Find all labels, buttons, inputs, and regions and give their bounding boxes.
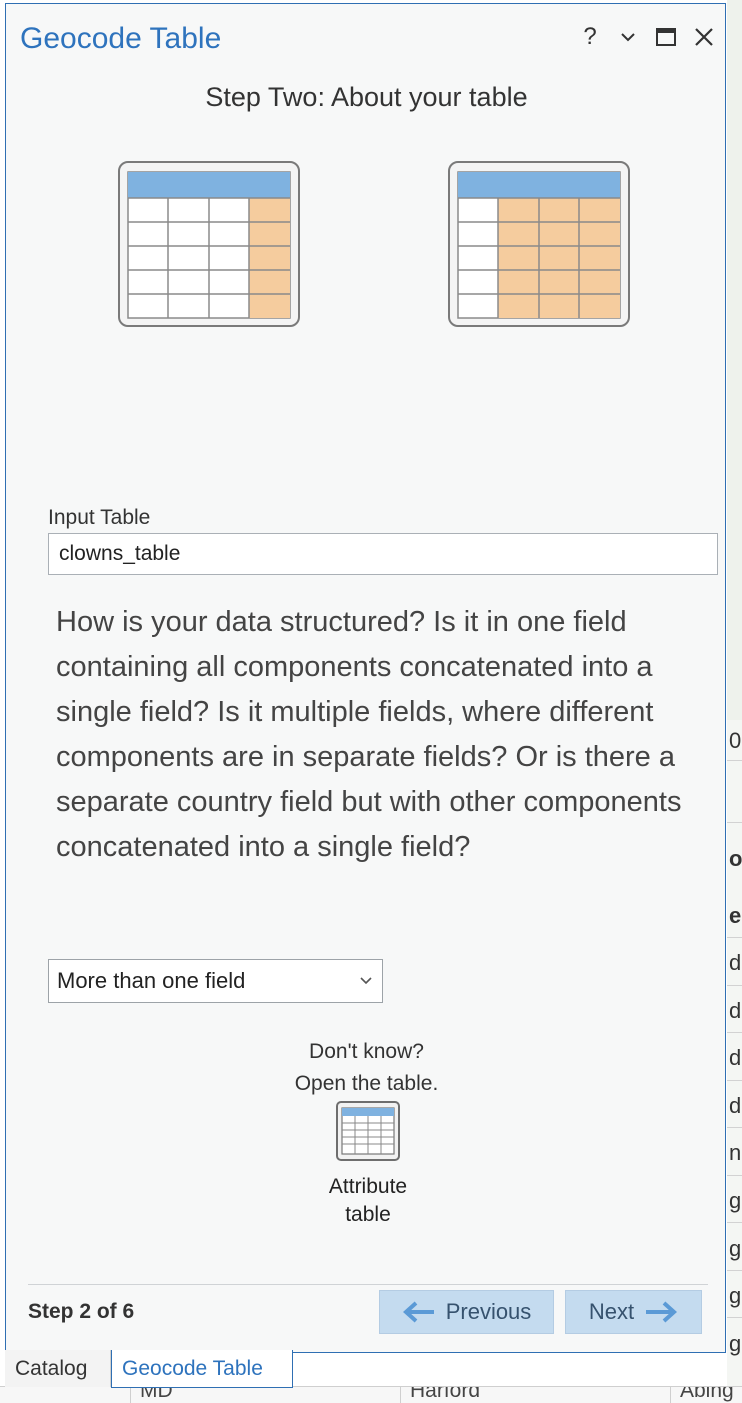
data-structure-dropdown[interactable]: More than one field	[48, 959, 383, 1003]
step-heading: Step Two: About your table	[205, 82, 528, 112]
bg-fragment: d	[729, 950, 742, 975]
bg-fragment: o	[729, 846, 742, 871]
next-button[interactable]: Next	[565, 1290, 702, 1334]
arrow-right-icon	[646, 1301, 678, 1323]
row-divider	[727, 760, 742, 761]
background-table-row: MD Harford Abing	[0, 1386, 742, 1403]
step-indicator: Step 2 of 6	[28, 1300, 135, 1323]
row-divider	[727, 985, 742, 986]
bg-fragment: g	[729, 1331, 742, 1356]
bg-fragment: d	[729, 1045, 742, 1070]
close-icon	[695, 28, 713, 46]
row-divider	[727, 1270, 742, 1271]
geocode-table-pane: Geocode Table ? Step Two: About your tab…	[5, 3, 726, 1353]
arrow-left-icon	[402, 1301, 434, 1323]
tab-geocode-table[interactable]: Geocode Table	[111, 1350, 293, 1388]
bg-fragment: d	[729, 1093, 742, 1118]
chevron-down-icon	[621, 33, 635, 42]
dont-know-hint: Don't know? Open the table.	[6, 1036, 727, 1100]
multiple-fields-table-illustration	[448, 161, 630, 327]
bg-fragment: g	[729, 1188, 742, 1213]
bg-fragment: e	[729, 903, 742, 928]
attribute-table-icon	[336, 1101, 400, 1161]
attribute-table-label-line-2: table	[345, 1203, 391, 1226]
bg-fragment: n	[729, 1140, 742, 1165]
options-button[interactable]	[617, 22, 639, 52]
row-divider	[727, 1317, 742, 1318]
previous-label: Previous	[445, 1299, 532, 1324]
background-map	[727, 0, 742, 720]
pane-window-controls: ?	[579, 22, 715, 52]
row-divider	[727, 1222, 742, 1223]
row-divider	[727, 1032, 742, 1033]
bg-cell-county: Harford	[410, 1386, 481, 1402]
pane-title: Geocode Table	[20, 22, 222, 55]
help-button[interactable]: ?	[579, 22, 601, 52]
chevron-down-icon	[360, 960, 372, 1019]
background-attribute-table: 0 o e d d d d n g g g g g	[727, 0, 742, 1402]
input-table-label: Input Table	[48, 506, 151, 529]
hint-line-1: Don't know?	[309, 1040, 424, 1063]
row-divider	[727, 937, 742, 938]
bg-fragment: g	[729, 1236, 742, 1261]
row-divider	[727, 1080, 742, 1081]
previous-button[interactable]: Previous	[379, 1290, 554, 1334]
single-field-table-illustration	[118, 161, 300, 327]
bg-cell-city: Abing	[680, 1386, 734, 1402]
attribute-table-label-line-1: Attribute	[328, 1175, 408, 1198]
close-button[interactable]	[693, 22, 715, 52]
maximize-button[interactable]	[655, 22, 677, 52]
data-structure-question: How is your data structured? Is it in on…	[56, 606, 682, 863]
row-divider	[727, 1127, 742, 1128]
attribute-table-button[interactable]: Attribute table	[326, 1101, 410, 1233]
tab-catalog[interactable]: Catalog	[5, 1350, 111, 1387]
row-divider	[727, 1175, 742, 1176]
dropdown-value: More than one field	[57, 968, 246, 993]
bg-fragment: g	[729, 1283, 742, 1308]
input-table-field[interactable]: clowns_table	[48, 533, 718, 575]
next-label: Next	[588, 1299, 635, 1324]
bg-fragment: 0	[729, 728, 742, 753]
bg-cell-state: MD	[140, 1386, 173, 1402]
attribute-table-label: Attribute table	[326, 1173, 410, 1229]
maximize-icon	[656, 28, 676, 46]
column-divider	[670, 1387, 671, 1403]
column-divider	[130, 1387, 131, 1403]
hint-line-2: Open the table.	[294, 1072, 439, 1095]
row-divider	[727, 822, 742, 823]
column-divider	[400, 1387, 401, 1403]
bg-fragment: d	[729, 998, 742, 1023]
footer-divider	[28, 1284, 708, 1285]
